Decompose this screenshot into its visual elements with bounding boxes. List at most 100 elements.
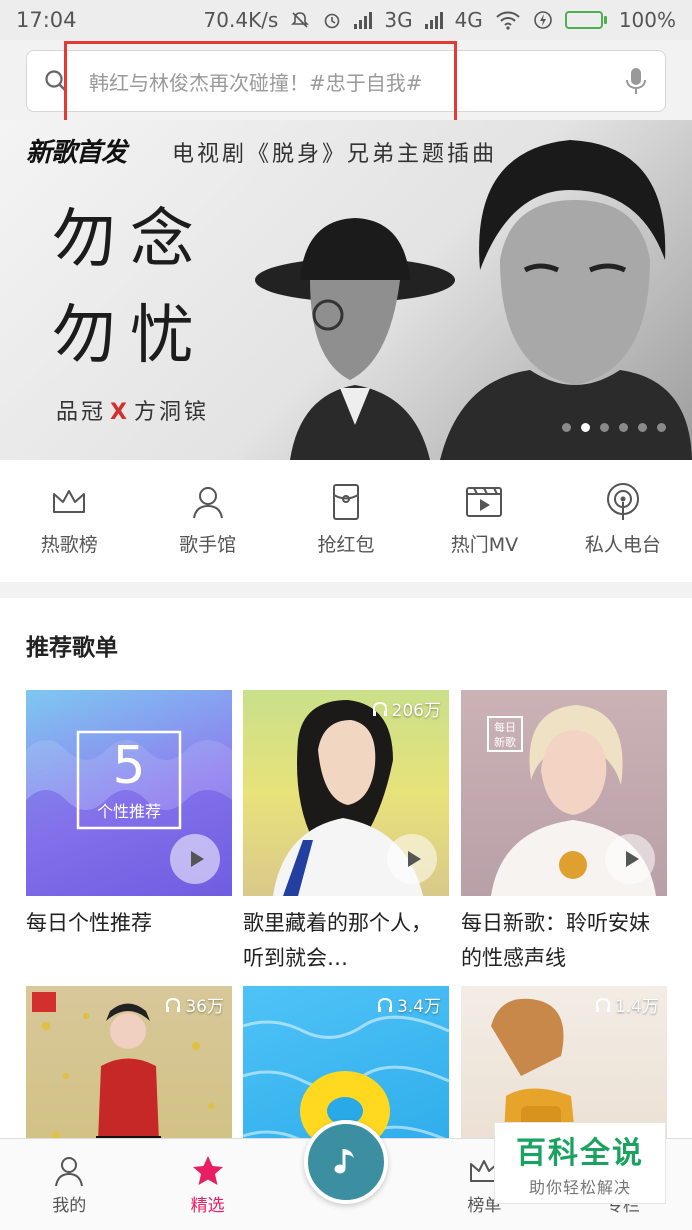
carousel-dot[interactable]: [638, 423, 647, 432]
banner-person-image: [255, 218, 455, 460]
watermark-subtitle: 助你轻松解决: [528, 1178, 631, 1197]
playlist-title: 每日个性推荐: [26, 911, 152, 935]
cover-badge-text: 个性推荐: [96, 802, 161, 821]
status-icons: 70.4K/s 3G 4G 100%: [204, 8, 676, 32]
play-button[interactable]: [387, 834, 437, 884]
battery-icon: [564, 11, 607, 29]
person-icon: [55, 1157, 84, 1187]
status-time: 17:04: [16, 8, 77, 32]
watermark-logo: 百科全说 助你轻松解决: [494, 1122, 666, 1204]
carrier-4g: 4G: [454, 8, 483, 32]
playlist-cover: 1.4万: [461, 986, 667, 1138]
play-icon: [625, 851, 639, 867]
quick-nav-label: 歌手馆: [179, 534, 237, 556]
carrier-3g: 3G: [384, 8, 413, 32]
play-count: 206万: [371, 696, 441, 721]
headphone-icon: [166, 997, 181, 1012]
quick-nav: 热歌榜 歌手馆 抢红包 热门MV 私人电台: [0, 460, 692, 582]
mute-icon: [291, 12, 310, 28]
star-icon: [192, 1156, 223, 1185]
quick-nav-label: 私人电台: [584, 534, 661, 556]
person-icon: [192, 487, 223, 519]
search-icon: [45, 70, 68, 93]
tab-mine[interactable]: 我的: [0, 1139, 138, 1230]
banner-poem: 勿念 勿忧: [52, 192, 208, 384]
playlist-card[interactable]: 3.4万: [243, 986, 449, 1138]
net-speed: 70.4K/s: [203, 8, 279, 32]
banner-carousel[interactable]: 新歌首发 电视剧《脱身》兄弟主题插曲 勿念 勿忧 品冠 X 方洞镔: [0, 120, 692, 460]
playlist-card[interactable]: 每日新歌 每日新歌：聆听安妹的性感声线: [461, 690, 667, 976]
play-count: 36万: [164, 992, 224, 1017]
artist-name: 品冠: [56, 400, 107, 425]
radio-icon: [606, 483, 639, 520]
playlist-cover: 36万: [26, 986, 232, 1138]
banner-artists: 品冠 X 方洞镔: [56, 394, 209, 426]
quick-nav-label: 热门MV: [450, 534, 519, 556]
quick-nav-hot-songs[interactable]: 热歌榜: [0, 460, 138, 582]
quick-nav-singers[interactable]: 歌手馆: [138, 460, 276, 582]
quick-nav-red-envelope[interactable]: 抢红包: [277, 460, 415, 582]
artist-name: 方洞镔: [133, 400, 209, 425]
play-icon: [190, 851, 204, 867]
quick-nav-hot-mv[interactable]: 热门MV: [415, 460, 553, 582]
playlist-title: 歌里藏着的那个人，听到就会…: [243, 911, 432, 970]
charging-icon: [534, 11, 552, 29]
search-bar[interactable]: 韩红与林俊杰再次碰撞！#忠于自我#: [26, 50, 666, 112]
status-bar: 17:04 70.4K/s 3G 4G 100%: [0, 0, 692, 40]
section-title: 推荐歌单: [26, 635, 118, 661]
crown-icon: [53, 490, 86, 513]
banner-person-image: [440, 140, 692, 460]
cover-badge-text: 每日新歌: [487, 716, 523, 752]
banner-tag: 新歌首发: [26, 138, 127, 168]
carousel-dot[interactable]: [619, 423, 628, 432]
cover-badge-number: 5: [112, 736, 146, 796]
headphone-icon: [372, 701, 387, 716]
signal-icon: [354, 11, 373, 29]
tab-label: 我的: [52, 1196, 87, 1216]
wifi-icon: [496, 11, 520, 30]
carousel-dot[interactable]: [581, 423, 590, 432]
playlist-cover: 5 个性推荐: [26, 690, 232, 896]
signal-icon: [424, 11, 443, 29]
play-count: 1.4万: [594, 992, 659, 1017]
playlist-cover: 每日新歌: [461, 690, 667, 896]
playlist-card[interactable]: 36万: [26, 986, 232, 1138]
banner-poem-line: 勿念: [52, 203, 208, 277]
carousel-dot[interactable]: [562, 423, 571, 432]
search-input[interactable]: 韩红与林俊杰再次碰撞！#忠于自我#: [69, 67, 623, 96]
alarm-icon: [325, 13, 340, 29]
headphone-icon: [377, 997, 392, 1012]
playlist-cover: 3.4万: [243, 986, 449, 1138]
recommend-section: 推荐歌单 5 个性推荐 每日个性推荐 206万 歌里藏着的那个人，听到就会… 每…: [0, 598, 692, 1138]
play-count-value: 206万: [391, 701, 441, 721]
play-button[interactable]: [170, 834, 220, 884]
play-count-value: 1.4万: [614, 997, 659, 1017]
quick-nav-label: 抢红包: [317, 534, 375, 556]
carousel-indicator: [562, 423, 666, 432]
carousel-dot[interactable]: [600, 423, 609, 432]
play-count-value: 36万: [185, 997, 224, 1017]
playlist-cover: 206万: [243, 690, 449, 896]
artist-separator: X: [110, 400, 130, 425]
red-envelope-icon: [333, 484, 360, 520]
play-count-value: 3.4万: [396, 997, 441, 1017]
carousel-dot[interactable]: [657, 423, 666, 432]
headphone-icon: [595, 997, 610, 1012]
quick-nav-radio[interactable]: 私人电台: [554, 460, 692, 582]
playlist-card[interactable]: 5 个性推荐 每日个性推荐: [26, 690, 232, 976]
quick-nav-label: 热歌榜: [40, 534, 98, 556]
play-icon: [407, 851, 421, 867]
now-playing-button[interactable]: [304, 1120, 388, 1204]
playlist-card[interactable]: 206万 歌里藏着的那个人，听到就会…: [243, 690, 449, 976]
banner-poem-line: 勿忧: [52, 299, 208, 373]
watermark-title: 百科全说: [516, 1136, 644, 1171]
microphone-icon[interactable]: [623, 66, 649, 96]
battery-percent: 100%: [618, 8, 676, 32]
tab-featured[interactable]: 精选: [138, 1139, 276, 1230]
video-icon: [466, 487, 503, 517]
tab-label: 精选: [190, 1196, 225, 1216]
playlist-card[interactable]: 1.4万: [461, 986, 667, 1138]
play-button[interactable]: [605, 834, 655, 884]
playlist-title: 每日新歌：聆听安妹的性感声线: [461, 911, 650, 970]
music-note-icon: [334, 1149, 354, 1174]
